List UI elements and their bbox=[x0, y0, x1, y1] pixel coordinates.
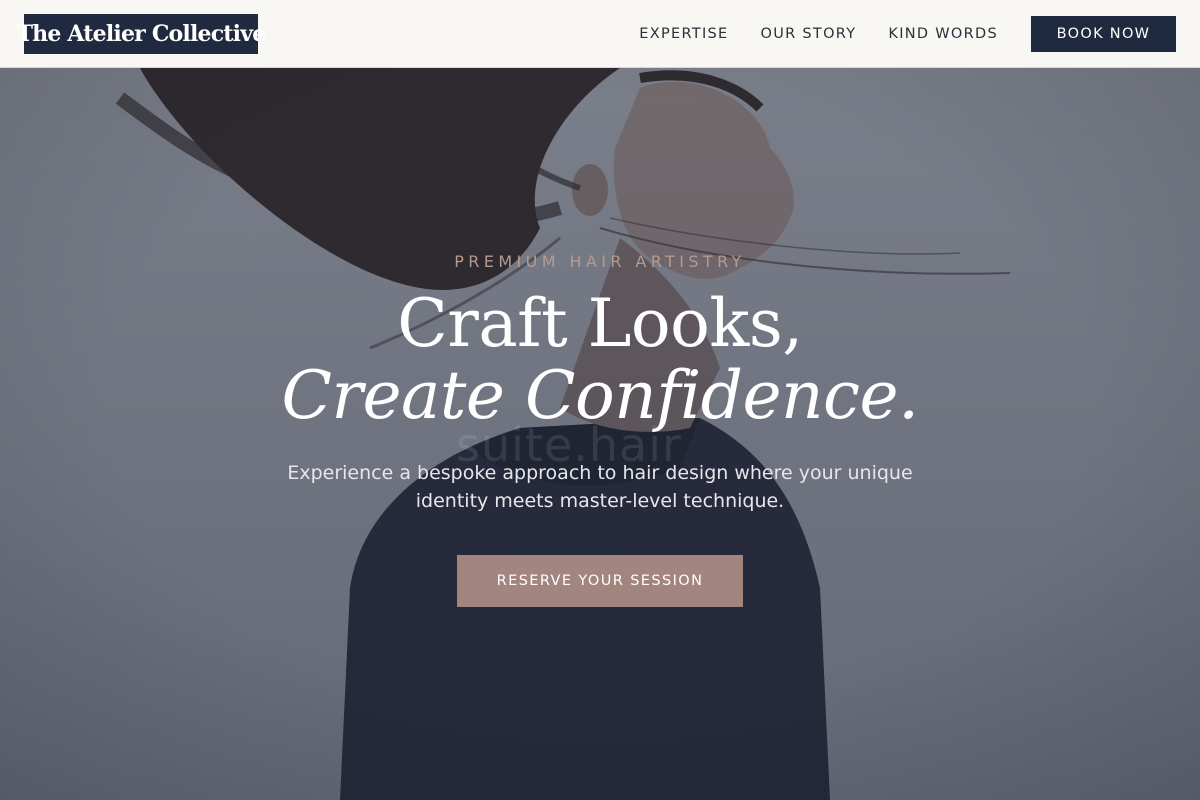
hero-content: PREMIUM HAIR ARTISTRY Craft Looks, Creat… bbox=[0, 68, 1200, 800]
main-nav: EXPERTISE OUR STORY KIND WORDS BOOK NOW bbox=[639, 0, 1200, 68]
hero-subtext: Experience a bespoke approach to hair de… bbox=[287, 462, 913, 512]
nav-link-kind-words[interactable]: KIND WORDS bbox=[888, 26, 998, 42]
nav-link-our-story[interactable]: OUR STORY bbox=[761, 26, 857, 42]
page: The Atelier Collective EXPERTISE OUR STO… bbox=[0, 0, 1200, 800]
reserve-session-button[interactable]: RESERVE YOUR SESSION bbox=[457, 555, 743, 607]
hero-eyebrow: PREMIUM HAIR ARTISTRY bbox=[454, 252, 746, 271]
brand-logo[interactable]: The Atelier Collective bbox=[17, 14, 266, 54]
headline-line-1: Craft Looks, bbox=[397, 285, 803, 362]
site-header: The Atelier Collective EXPERTISE OUR STO… bbox=[0, 0, 1200, 68]
hero-headline: Craft Looks, Create Confidence. bbox=[0, 288, 1200, 432]
book-now-button[interactable]: BOOK NOW bbox=[1031, 16, 1176, 52]
headline-line-2: Create Confidence. bbox=[281, 357, 919, 434]
hero-section: suite.hair PREMIUM HAIR ARTISTRY Craft L… bbox=[0, 68, 1200, 800]
nav-link-expertise[interactable]: EXPERTISE bbox=[639, 26, 728, 42]
